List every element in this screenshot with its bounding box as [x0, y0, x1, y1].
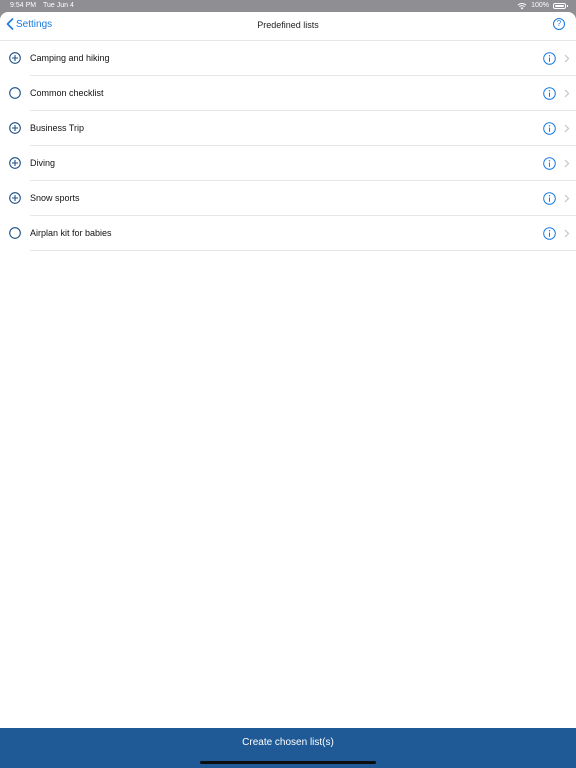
info-circle-icon[interactable]: [543, 227, 556, 240]
list-item-label: Business Trip: [30, 123, 85, 133]
chevron-right-icon: [564, 194, 570, 203]
chevron-right-icon: [564, 54, 570, 63]
plus-circle-icon[interactable]: [9, 52, 21, 64]
wifi-icon: [517, 3, 527, 10]
chevron-right-icon: [564, 159, 570, 168]
question-icon: ?: [556, 19, 562, 28]
info-circle-icon[interactable]: [543, 122, 556, 135]
modal-sheet: Settings Predefined lists ? Camping and …: [0, 12, 576, 768]
list-item-label: Snow sports: [30, 193, 80, 203]
list-item[interactable]: Airplan kit for babies: [0, 216, 576, 251]
status-right: 100%: [517, 0, 568, 12]
list-item[interactable]: Business Trip: [0, 111, 576, 146]
list-item-label: Diving: [30, 158, 56, 168]
empty-circle-icon[interactable]: [9, 227, 21, 239]
list-item[interactable]: Diving: [0, 146, 576, 181]
home-indicator[interactable]: [200, 761, 376, 764]
battery-percent: 100%: [531, 2, 549, 9]
empty-circle-icon[interactable]: [9, 87, 21, 99]
list-item[interactable]: Common checklist: [0, 76, 576, 111]
plus-circle-icon[interactable]: [9, 192, 21, 204]
status-time: 9:54 PM: [10, 2, 37, 9]
plus-circle-icon[interactable]: [9, 122, 21, 134]
info-circle-icon[interactable]: [543, 157, 556, 170]
list-item[interactable]: Camping and hiking: [0, 41, 576, 76]
info-circle-icon[interactable]: [543, 52, 556, 65]
chevron-right-icon: [564, 124, 570, 133]
help-button[interactable]: ?: [553, 18, 565, 30]
battery-icon: [553, 3, 568, 9]
status-bar: 9:54 PM Tue Jun 4 100%: [0, 0, 576, 12]
page-title: Predefined lists: [257, 20, 319, 30]
create-chosen-lists-button[interactable]: Create chosen list(s): [0, 728, 576, 768]
list-item-label: Common checklist: [30, 88, 104, 98]
predefined-list: Camping and hiking Common checklist Busi…: [0, 41, 576, 251]
plus-circle-icon[interactable]: [9, 157, 21, 169]
list-item-label: Camping and hiking: [30, 53, 110, 63]
info-circle-icon[interactable]: [543, 87, 556, 100]
list-item-label: Airplan kit for babies: [30, 228, 112, 238]
navigation-bar: Settings Predefined lists ?: [0, 12, 576, 41]
chevron-right-icon: [564, 89, 570, 98]
info-circle-icon[interactable]: [543, 192, 556, 205]
create-button-label: Create chosen list(s): [242, 737, 334, 748]
status-date: Tue Jun 4: [43, 2, 74, 9]
chevron-right-icon: [564, 229, 570, 238]
list-item[interactable]: Snow sports: [0, 181, 576, 216]
